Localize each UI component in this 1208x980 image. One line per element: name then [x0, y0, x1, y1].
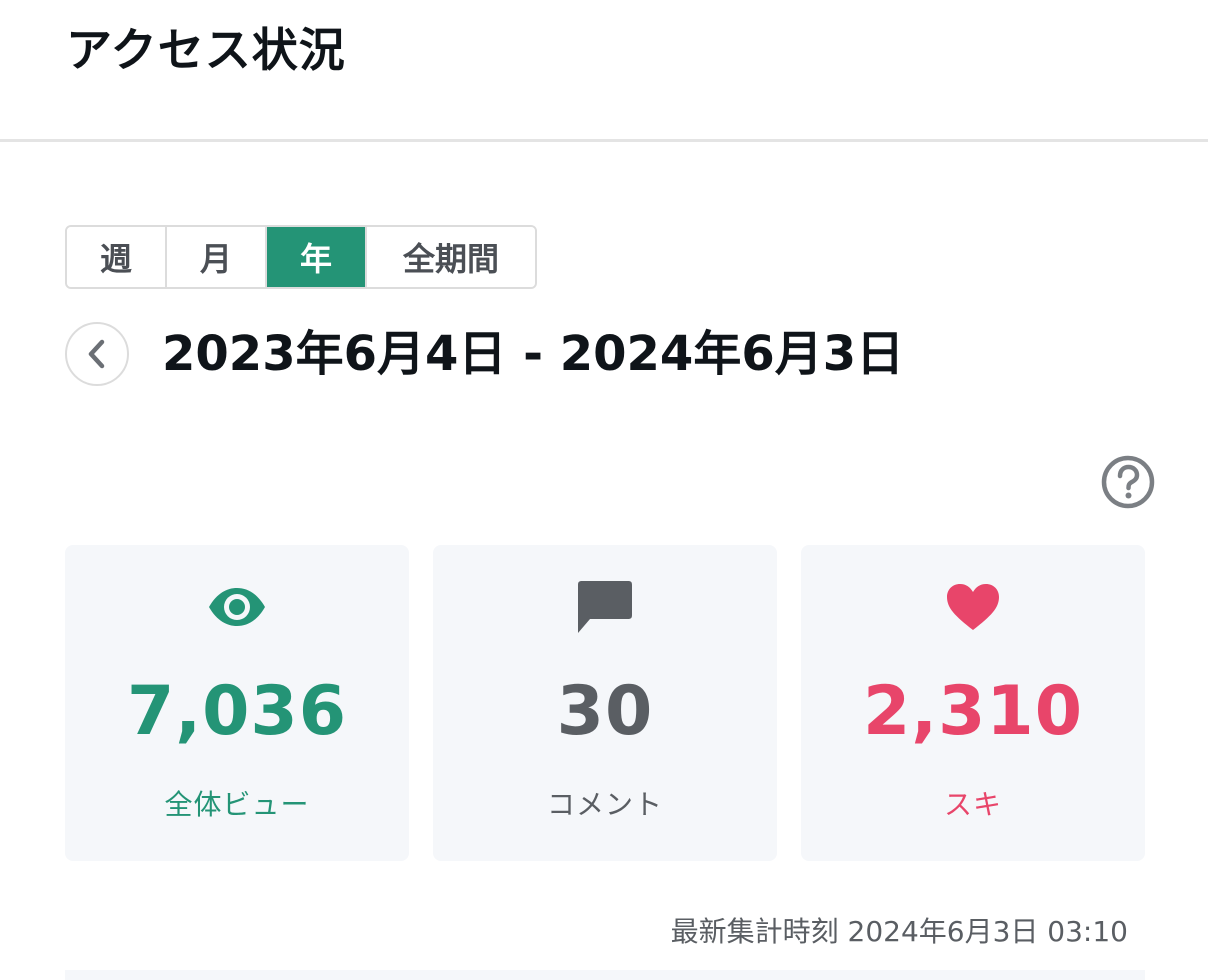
page-title: アクセス状況 [66, 23, 346, 77]
question-circle-icon[interactable] [1100, 454, 1156, 510]
views-card: 7,036 全体ビュー [65, 545, 409, 861]
comment-icon [578, 581, 632, 633]
eye-icon [209, 588, 265, 626]
views-count: 7,036 [126, 672, 348, 751]
tab-all-time[interactable]: 全期間 [367, 227, 535, 287]
comments-label: コメント [546, 788, 663, 821]
likes-label: スキ [943, 788, 1002, 821]
page-header: アクセス状況 [0, 0, 1208, 142]
comments-card: 30 コメント [433, 545, 777, 861]
views-label: 全体ビュー [164, 788, 310, 821]
comments-count: 30 [556, 672, 654, 751]
chart-panel-top [65, 970, 1145, 980]
tab-year[interactable]: 年 [267, 227, 367, 287]
tab-month[interactable]: 月 [167, 227, 267, 287]
tab-week[interactable]: 週 [67, 227, 167, 287]
chevron-left-icon [88, 339, 105, 369]
previous-period-button[interactable] [65, 322, 129, 386]
period-tabs: 週 月 年 全期間 [65, 225, 537, 289]
heart-icon [947, 584, 999, 630]
last-updated-time: 最新集計時刻 2024年6月3日 03:10 [670, 915, 1128, 948]
likes-count: 2,310 [862, 672, 1084, 751]
date-range: 2023年6月4日 - 2024年6月3日 [162, 326, 905, 382]
likes-card: 2,310 スキ [801, 545, 1145, 861]
